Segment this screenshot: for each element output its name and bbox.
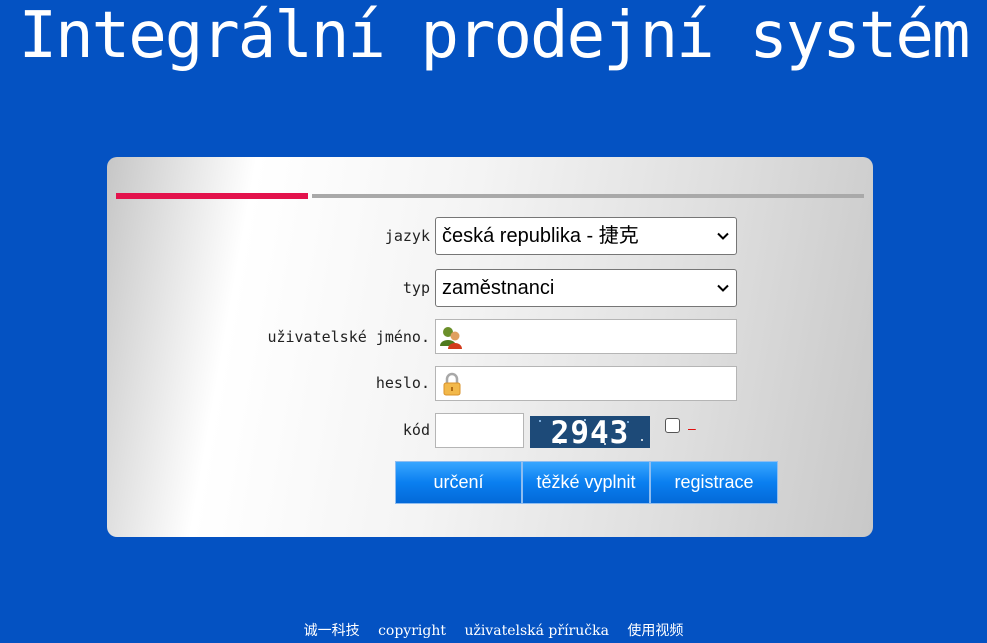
captcha-status: – xyxy=(688,420,696,436)
username-label: uživatelské jméno. xyxy=(267,328,430,346)
lock-icon xyxy=(443,372,461,396)
submit-button[interactable]: určení xyxy=(395,461,522,504)
footer-manual-link[interactable]: uživatelská příručka xyxy=(464,623,609,639)
code-input[interactable] xyxy=(435,413,524,448)
page-title: Integrální prodejní systém xyxy=(18,0,971,73)
code-label: kód xyxy=(402,421,430,439)
type-label: typ xyxy=(402,279,430,297)
footer: 诚一科技 copyright uživatelská příručka 使用视频 xyxy=(0,620,987,640)
footer-copyright: copyright xyxy=(378,623,446,639)
password-label: heslo. xyxy=(375,374,430,392)
accent-bar xyxy=(116,193,308,199)
language-value: česká republika - 捷克 xyxy=(442,225,639,247)
login-panel: jazyk česká republika - 捷克 typ zaměstnan… xyxy=(107,157,873,537)
username-input[interactable] xyxy=(435,319,737,354)
captcha-checkbox[interactable] xyxy=(665,418,680,433)
chevron-down-icon xyxy=(717,284,729,292)
language-label: jazyk xyxy=(384,227,430,245)
register-button[interactable]: registrace xyxy=(650,461,778,504)
divider-bar xyxy=(312,194,864,198)
captcha-image[interactable]: 2943 xyxy=(530,416,650,448)
password-input[interactable] xyxy=(435,366,737,401)
type-select[interactable]: zaměstnanci xyxy=(435,269,737,307)
chevron-down-icon xyxy=(717,232,729,240)
hard-fill-button[interactable]: těžké vyplnit xyxy=(522,461,650,504)
type-value: zaměstnanci xyxy=(442,277,555,299)
footer-company: 诚一科技 xyxy=(303,623,360,639)
user-icon xyxy=(440,327,462,349)
language-select[interactable]: česká republika - 捷克 xyxy=(435,217,737,255)
footer-video-link[interactable]: 使用视频 xyxy=(627,623,683,639)
captcha-text: 2943 xyxy=(550,416,630,448)
